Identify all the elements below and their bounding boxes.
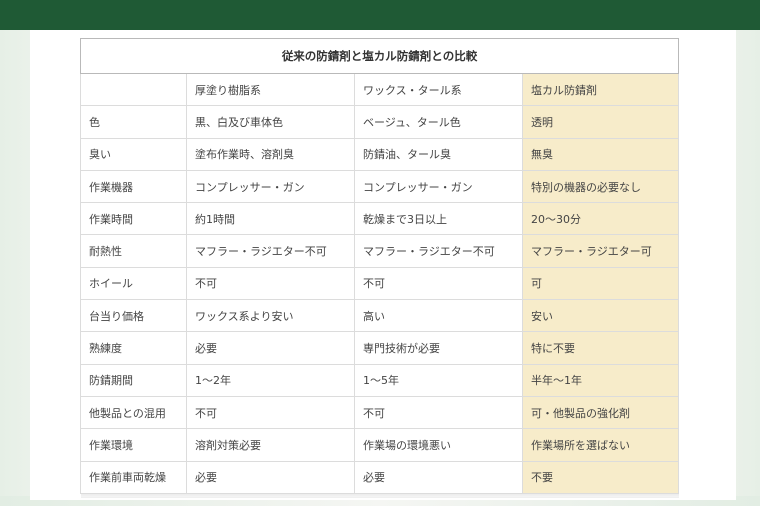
table-cell: 1～2年 <box>186 363 355 397</box>
table-row: 耐熱性 マフラー・ラジエター不可 マフラー・ラジエター不可 マフラー・ラジエター… <box>80 234 680 268</box>
row-label: 台当り価格 <box>80 299 187 333</box>
row-label: 作業環境 <box>80 428 187 462</box>
table-header-row: 厚塗り樹脂系 ワックス・タール系 塩カル防錆剤 <box>80 72 680 107</box>
table-cell: 高い <box>354 299 523 333</box>
table-row: 作業機器 コンプレッサー・ガン コンプレッサー・ガン 特別の機器の必要なし <box>80 169 680 204</box>
table-cell: 不可 <box>354 395 523 430</box>
table-cell: マフラー・ラジエター不可 <box>186 234 355 268</box>
table-cell: 可・他製品の強化剤 <box>521 395 680 430</box>
table-cell: 不要 <box>521 460 680 494</box>
column-header: 厚塗り樹脂系 <box>186 72 355 107</box>
table-fade-row <box>80 493 679 498</box>
table-cell: 防錆油、タール臭 <box>354 137 523 171</box>
table-cell: 不可 <box>186 395 355 430</box>
column-header <box>80 72 187 107</box>
table-cell: マフラー・ラジエター可 <box>521 234 680 268</box>
table-cell: 可 <box>521 266 680 301</box>
row-label: 他製品との混用 <box>80 395 187 430</box>
row-label: ホイール <box>80 266 187 301</box>
row-label: 作業前車両乾燥 <box>80 460 187 494</box>
column-header: ワックス・タール系 <box>354 72 523 107</box>
table-cell: 溶剤対策必要 <box>186 428 355 462</box>
table-cell: コンプレッサー・ガン <box>354 169 523 204</box>
table-cell: 約1時間 <box>186 202 355 236</box>
table-cell: 黒、白及び車体色 <box>186 105 355 139</box>
table-cell: 不可 <box>354 266 523 301</box>
row-label: 耐熱性 <box>80 234 187 268</box>
table-row: 作業環境 溶剤対策必要 作業場の環境悪い 作業場所を選ばない <box>80 428 680 462</box>
table-row: 熟練度 必要 専門技術が必要 特に不要 <box>80 331 680 365</box>
table-cell: 作業場所を選ばない <box>521 428 680 462</box>
table-row: 作業前車両乾燥 必要 必要 不要 <box>80 460 680 494</box>
table-cell: 特別の機器の必要なし <box>521 169 680 204</box>
table-cell: 1～5年 <box>354 363 523 397</box>
table-title: 従来の防錆剤と塩カル防錆剤との比較 <box>79 38 680 74</box>
column-header: 塩カル防錆剤 <box>521 72 680 107</box>
comparison-table: 従来の防錆剤と塩カル防錆剤との比較 厚塗り樹脂系 ワックス・タール系 塩カル防錆… <box>79 38 680 498</box>
table-cell: 無臭 <box>521 137 680 171</box>
table-cell: 安い <box>521 299 680 333</box>
table-cell: マフラー・ラジエター不可 <box>354 234 523 268</box>
table-cell: 不可 <box>186 266 355 301</box>
table-row: 台当り価格 ワックス系より安い 高い 安い <box>80 299 680 333</box>
table-row: 防錆期間 1～2年 1～5年 半年～1年 <box>80 363 680 397</box>
table-cell: コンプレッサー・ガン <box>186 169 355 204</box>
table-row: 他製品との混用 不可 不可 可・他製品の強化剤 <box>80 395 680 430</box>
row-label: 色 <box>80 105 187 139</box>
row-label: 熟練度 <box>80 331 187 365</box>
row-label: 作業時間 <box>80 202 187 236</box>
table-cell: 半年～1年 <box>521 363 680 397</box>
table-row: 作業時間 約1時間 乾燥まで3日以上 20～30分 <box>80 202 680 236</box>
header-bar <box>0 0 760 30</box>
table-cell: 特に不要 <box>521 331 680 365</box>
table-row: 色 黒、白及び車体色 ベージュ、タール色 透明 <box>80 105 680 139</box>
table-cell: 透明 <box>521 105 680 139</box>
table-row: ホイール 不可 不可 可 <box>80 266 680 301</box>
table-row: 臭い 塗布作業時、溶剤臭 防錆油、タール臭 無臭 <box>80 137 680 171</box>
row-label: 臭い <box>80 137 187 171</box>
table-cell: 塗布作業時、溶剤臭 <box>186 137 355 171</box>
table-cell: 必要 <box>186 460 355 494</box>
table-cell: ワックス系より安い <box>186 299 355 333</box>
row-label: 作業機器 <box>80 169 187 204</box>
table-cell: 必要 <box>354 460 523 494</box>
table-cell: 20～30分 <box>521 202 680 236</box>
table-cell: 乾燥まで3日以上 <box>354 202 523 236</box>
table-cell: 必要 <box>186 331 355 365</box>
row-label: 防錆期間 <box>80 363 187 397</box>
table-cell: 作業場の環境悪い <box>354 428 523 462</box>
table-cell: 専門技術が必要 <box>354 331 523 365</box>
table-cell: ベージュ、タール色 <box>354 105 523 139</box>
